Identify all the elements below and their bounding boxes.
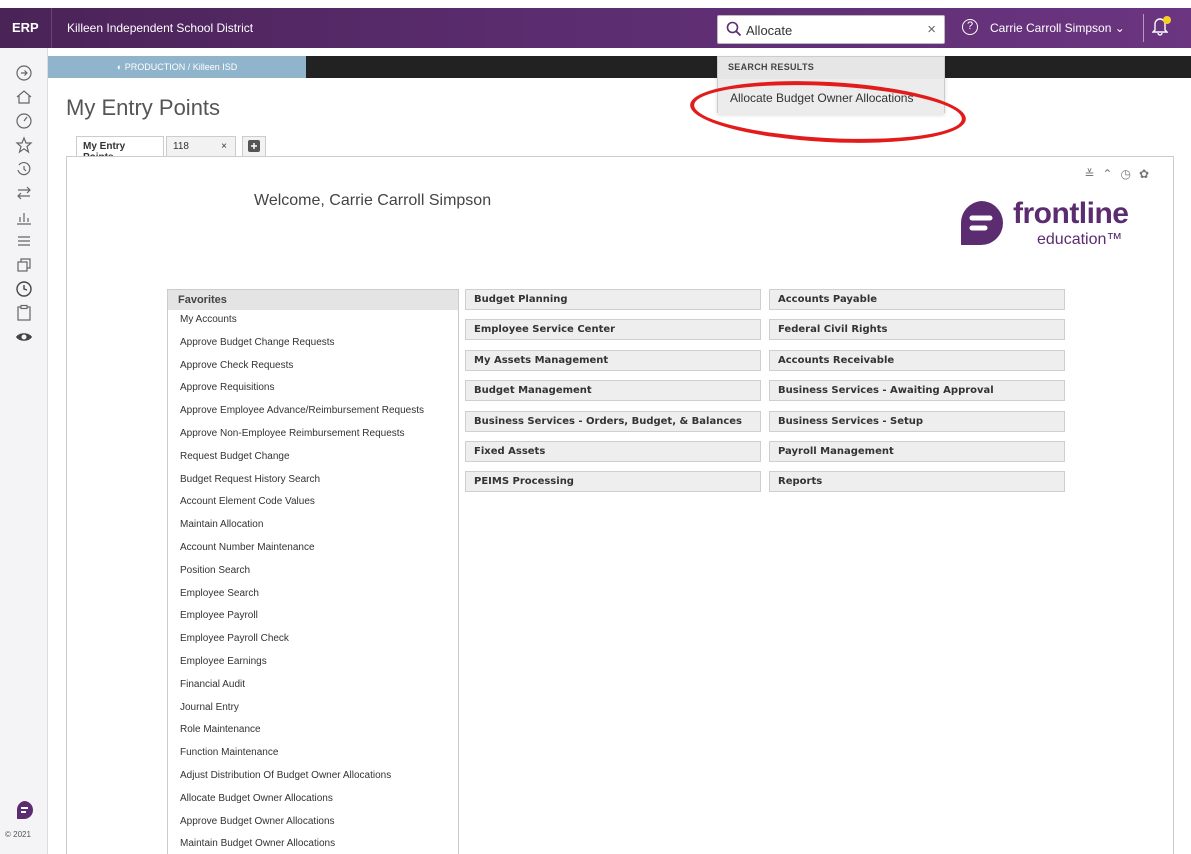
frontline-logo-icon <box>16 801 33 819</box>
left-rail: © 2021 <box>0 48 48 854</box>
divider <box>1143 14 1144 42</box>
dashboard-icon[interactable] <box>15 112 33 130</box>
favorite-link[interactable]: Approve Budget Change Requests <box>168 333 458 356</box>
expand-all-icon[interactable]: ⌃ <box>1102 167 1120 181</box>
favorite-link[interactable]: Role Maintenance <box>168 720 458 743</box>
module-button[interactable]: My Assets Management <box>465 349 761 371</box>
notification-dot <box>1163 16 1171 24</box>
tab-label: 118 <box>173 141 189 152</box>
favorite-link[interactable]: Employee Earnings <box>168 652 458 675</box>
favorite-link[interactable]: Request Budget Change <box>168 447 458 470</box>
module-button[interactable]: Fixed Assets <box>465 441 761 462</box>
settings-gear-icon[interactable]: ✿ <box>1139 167 1157 181</box>
module-button[interactable]: Business Services - Awaiting Approval <box>769 380 1065 402</box>
search-icon <box>726 21 742 37</box>
search-box[interactable]: × <box>717 15 945 44</box>
district-name: Killeen Independent School District <box>67 21 254 35</box>
favorite-link[interactable]: Employee Payroll <box>168 606 458 629</box>
chart-icon[interactable] <box>15 208 33 226</box>
clock-icon[interactable] <box>15 280 33 298</box>
favorite-link[interactable]: Maintain Allocation <box>168 515 458 538</box>
user-menu[interactable]: Carrie Carroll Simpson ⌄ <box>990 21 1125 35</box>
favorite-link[interactable]: Allocate Budget Owner Allocations <box>168 789 458 812</box>
module-button[interactable]: Reports <box>769 471 1065 493</box>
favorite-link[interactable]: Financial Audit <box>168 675 458 698</box>
expand-arrow-icon[interactable] <box>15 64 33 82</box>
favorite-link[interactable]: Approve Check Requests <box>168 356 458 379</box>
module-button[interactable]: Budget Management <box>465 380 761 402</box>
clear-search-icon[interactable]: × <box>927 21 936 38</box>
module-button[interactable]: Employee Service Center <box>465 319 761 341</box>
module-button[interactable]: Budget Planning <box>465 289 761 310</box>
favorite-link[interactable]: Account Number Maintenance <box>168 538 458 561</box>
star-icon[interactable] <box>15 136 33 154</box>
favorite-link[interactable]: Position Search <box>168 561 458 584</box>
eye-icon[interactable] <box>15 328 33 346</box>
app-name[interactable]: ERP <box>12 20 39 35</box>
module-button[interactable]: PEIMS Processing <box>465 471 761 493</box>
page-title: My Entry Points <box>66 95 221 120</box>
module-button[interactable]: Business Services - Setup <box>769 410 1065 432</box>
favorite-link[interactable]: Account Element Code Values <box>168 492 458 515</box>
top-bar: ERP Killeen Independent School District … <box>0 8 1191 48</box>
environment-label: ◐ PRODUCTION / Killeen ISD <box>48 56 306 78</box>
favorite-link[interactable]: Employee Search <box>168 584 458 607</box>
clipboard-icon[interactable] <box>15 304 33 322</box>
favorite-link[interactable]: Approve Employee Advance/Reimbursement R… <box>168 401 458 424</box>
tab-my-entry-points[interactable]: My Entry Points <box>76 136 164 163</box>
module-button[interactable]: Accounts Payable <box>769 289 1065 310</box>
favorite-link[interactable]: My Accounts <box>168 310 458 333</box>
collapse-all-icon[interactable]: ≚ <box>1084 167 1102 181</box>
history-icon[interactable]: ◷ <box>1120 167 1138 181</box>
close-tab-icon[interactable]: × <box>221 141 227 152</box>
home-icon[interactable] <box>15 88 33 106</box>
environment-bar: ◐ PRODUCTION / Killeen ISD <box>48 56 1191 78</box>
favorites-header: Favorites <box>168 290 458 310</box>
copy-icon[interactable] <box>15 256 33 274</box>
favorites-items: My Accounts Approve Budget Change Request… <box>168 310 458 854</box>
frontline-logo: frontline education™ <box>957 197 1157 257</box>
add-tab-button[interactable] <box>242 136 266 156</box>
help-icon[interactable]: ? <box>962 19 978 35</box>
module-button[interactable]: Federal Civil Rights <box>769 319 1065 341</box>
favorite-link[interactable]: Journal Entry <box>168 698 458 721</box>
copyright: © 2021 <box>5 830 31 839</box>
divider <box>51 8 52 48</box>
favorite-link[interactable]: Adjust Distribution Of Budget Owner Allo… <box>168 766 458 789</box>
search-input[interactable] <box>746 20 916 40</box>
module-button[interactable]: Payroll Management <box>769 441 1065 462</box>
history-icon[interactable] <box>15 160 33 178</box>
favorites-list: Favorites My Accounts Approve Budget Chan… <box>167 289 459 854</box>
module-button[interactable]: Accounts Receivable <box>769 349 1065 371</box>
favorite-link[interactable]: Maintain Budget Owner Allocations <box>168 834 458 854</box>
favorite-link[interactable]: Approve Budget Owner Allocations <box>168 812 458 835</box>
favorite-link[interactable]: Approve Non-Employee Reimbursement Reque… <box>168 424 458 447</box>
list-icon[interactable] <box>15 232 33 250</box>
brand-sub: education™ <box>1037 231 1123 248</box>
favorite-link[interactable]: Employee Payroll Check <box>168 629 458 652</box>
frontline-logo-icon <box>960 201 1003 245</box>
welcome-message: Welcome, Carrie Carroll Simpson <box>254 192 492 209</box>
module-button[interactable]: Business Services - Orders, Budget, & Ba… <box>465 410 761 432</box>
panel-toolbar: ≚⌃◷✿ <box>1084 167 1157 181</box>
search-results-header: SEARCH RESULTS <box>718 57 944 79</box>
favorite-link[interactable]: Approve Requisitions <box>168 378 458 401</box>
entry-points-panel: ≚⌃◷✿ Welcome, Carrie Carroll Simpson fro… <box>66 156 1174 854</box>
favorite-link[interactable]: Function Maintenance <box>168 743 458 766</box>
tab-118[interactable]: 118 × <box>166 136 236 156</box>
transfer-icon[interactable] <box>15 184 33 202</box>
favorite-link[interactable]: Budget Request History Search <box>168 470 458 493</box>
plus-icon <box>248 140 260 152</box>
brand-name: frontline <box>1013 197 1129 230</box>
